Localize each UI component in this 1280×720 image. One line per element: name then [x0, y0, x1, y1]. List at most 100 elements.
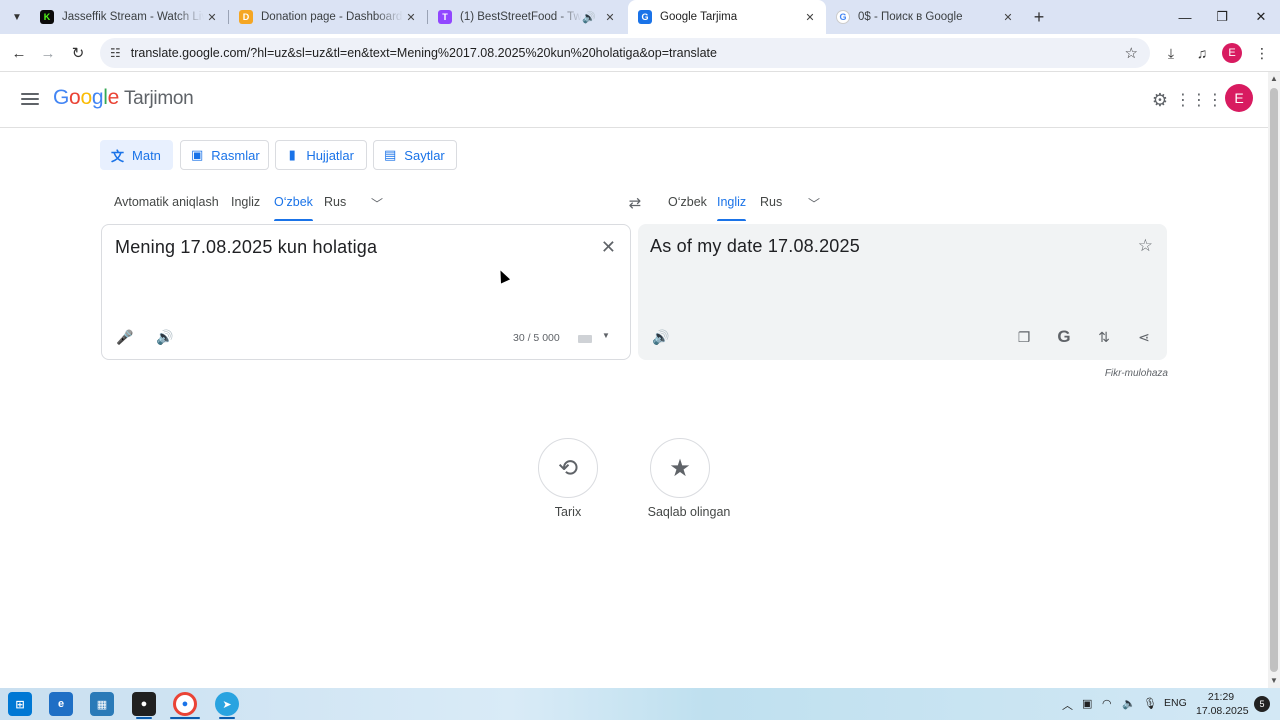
browser-menu-icon[interactable]: ⋮	[1251, 42, 1273, 64]
windows-start-icon[interactable]: ⊞	[8, 692, 32, 716]
scrollbar-thumb[interactable]	[1270, 88, 1278, 672]
source-lang-russian[interactable]: Rus	[324, 195, 346, 221]
listen-translation-speaker-icon[interactable]: 🔊	[650, 326, 672, 348]
audio-playing-icon[interactable]: 🔊	[582, 11, 596, 24]
target-lang-english[interactable]: Ingliz	[717, 195, 747, 221]
tab-google-search[interactable]: G 0$ - Поиск в Google ✕	[826, 4, 1024, 30]
tab-twitch[interactable]: T (1) BestStreetFood - Twitch 🔊 ✕	[428, 4, 626, 30]
system-clock[interactable]: 21:29 17.08.2025	[1196, 690, 1249, 718]
translate-icon: 文	[111, 148, 125, 164]
app-header: Google Tarjimon ⚙ ⋮⋮⋮ E	[0, 72, 1268, 128]
close-window-button[interactable]: ✕	[1238, 0, 1280, 34]
copy-translation-icon[interactable]: ❐	[1013, 326, 1035, 348]
reload-button[interactable]: ↻	[65, 40, 91, 66]
kick-favicon-icon: K	[40, 10, 54, 24]
close-tab-icon[interactable]: ✕	[204, 9, 220, 25]
microphone-tray-icon[interactable]: 🎙	[1143, 697, 1157, 710]
source-text-input[interactable]: Mening 17.08.2025 kun holatiga	[115, 237, 377, 258]
settings-gear-icon[interactable]: ⚙	[1148, 88, 1172, 112]
source-lang-more-chevron-down-icon[interactable]: ﹀	[371, 195, 383, 212]
google-translate-favicon-icon: G	[638, 10, 652, 24]
history-button[interactable]: ⟲	[538, 438, 598, 498]
share-translation-icon[interactable]: ⋖	[1133, 326, 1155, 348]
history-clock-icon: ⟲	[557, 454, 579, 482]
site-info-icon[interactable]: ☷	[110, 46, 121, 60]
source-lang-uzbek[interactable]: O‘zbek	[274, 195, 313, 221]
google-apps-icon[interactable]: ⋮⋮⋮	[1175, 88, 1223, 112]
mode-websites-button[interactable]: ▤ Saytlar	[373, 140, 457, 170]
control-panel-icon[interactable]: ▦	[90, 692, 114, 716]
product-name: Tarjimon	[123, 88, 194, 109]
target-lang-more-chevron-down-icon[interactable]: ﹀	[808, 195, 820, 212]
address-bar[interactable]: ☷ translate.google.com/?hl=uz&sl=uz&tl=e…	[100, 38, 1150, 68]
google-translate-logo[interactable]: Google Tarjimon	[53, 86, 194, 110]
keyboard-dropdown-icon[interactable]: ▼	[602, 331, 610, 340]
history-label: Tarix	[554, 505, 582, 519]
mode-images-button[interactable]: ▣ Rasmlar	[180, 140, 269, 170]
close-tab-icon[interactable]: ✕	[802, 9, 818, 25]
rate-translation-icon[interactable]: ⇅	[1093, 326, 1115, 348]
chrome-icon[interactable]: ●	[173, 692, 197, 716]
target-lang-russian[interactable]: Rus	[760, 195, 782, 221]
media-controls-icon[interactable]: ♫	[1191, 42, 1213, 64]
swap-languages-icon[interactable]: ⇄	[624, 192, 646, 214]
feedback-link[interactable]: Fikr-mulohaza	[1100, 368, 1168, 379]
source-lang-english[interactable]: Ingliz	[231, 195, 260, 221]
website-icon: ▤	[384, 147, 397, 162]
input-language[interactable]: ENG	[1164, 697, 1187, 709]
document-icon: ▮	[288, 147, 296, 162]
close-tab-icon[interactable]: ✕	[403, 9, 419, 25]
clear-text-close-icon[interactable]: ✕	[601, 237, 616, 258]
tab-google-tarjima[interactable]: G Google Tarjima ✕	[628, 0, 826, 34]
account-avatar[interactable]: E	[1225, 84, 1253, 112]
browser-profile-avatar[interactable]: E	[1222, 43, 1242, 63]
telegram-icon[interactable]: ➤	[215, 692, 239, 716]
back-button[interactable]: ←	[6, 40, 32, 66]
saved-star-icon: ★	[669, 454, 691, 482]
saved-button[interactable]: ★	[650, 438, 710, 498]
tab-donation[interactable]: D Donation page - Dashboard - D ✕	[229, 4, 427, 30]
close-tab-icon[interactable]: ✕	[1000, 9, 1016, 25]
tray-camera-icon[interactable]: ▣	[1082, 697, 1092, 710]
donation-favicon-icon: D	[239, 10, 253, 24]
image-icon: ▣	[191, 147, 204, 162]
downloads-icon[interactable]: ⤓	[1160, 42, 1182, 64]
char-counter: 30 / 5 000	[513, 332, 560, 344]
tab-search-button[interactable]: ▼	[6, 6, 28, 28]
forward-button[interactable]: →	[35, 40, 61, 66]
url-text[interactable]: translate.google.com/?hl=uz&sl=uz&tl=en&…	[131, 46, 717, 60]
translation-output: As of my date 17.08.2025	[650, 236, 860, 256]
clock-date: 17.08.2025	[1196, 705, 1249, 717]
wifi-icon[interactable]: ◠	[1102, 697, 1112, 710]
obs-app-icon[interactable]: ●	[132, 692, 156, 716]
browser-toolbar: ← → ↻ ☷ translate.google.com/?hl=uz&sl=u…	[0, 34, 1280, 72]
saved-label: Saqlab olingan	[647, 505, 731, 519]
mode-documents-button[interactable]: ▮ Hujjatlar	[275, 140, 367, 170]
keyboard-icon[interactable]	[578, 335, 592, 343]
listen-source-speaker-icon[interactable]: 🔊	[154, 326, 176, 348]
save-translation-star-icon[interactable]: ☆	[1138, 236, 1153, 256]
taskbar: ⊞ e ▦ ● ● ➤ ︿ ▣ ◠ 🔈 🎙 ENG	[0, 688, 1280, 720]
target-lang-uzbek[interactable]: O‘zbek	[668, 195, 707, 221]
clock-time: 21:29	[1207, 691, 1235, 703]
twitch-favicon-icon: T	[438, 10, 452, 24]
scroll-down-arrow-icon[interactable]: ▼	[1270, 676, 1278, 685]
scroll-up-arrow-icon[interactable]: ▲	[1270, 74, 1278, 83]
page-scrollbar[interactable]: ▲ ▼	[1268, 72, 1280, 688]
microphone-icon[interactable]: 🎤	[114, 326, 136, 348]
new-tab-button[interactable]: +	[1028, 6, 1050, 28]
show-hidden-icons-chevron-up-icon[interactable]: ︿	[1062, 697, 1073, 713]
source-lang-detect[interactable]: Avtomatik aniqlash	[114, 195, 219, 221]
translation-panel: As of my date 17.08.2025 ☆ 🔊 ❐ G ⇅ ⋖	[638, 224, 1167, 360]
close-tab-icon[interactable]: ✕	[602, 9, 618, 25]
google-search-g-icon[interactable]: G	[1053, 326, 1075, 348]
tab-jasseffik[interactable]: K Jasseffik Stream - Watch Live on ✕	[30, 4, 228, 30]
edge-browser-icon[interactable]: e	[49, 692, 73, 716]
google-favicon-icon: G	[836, 10, 850, 24]
notification-badge[interactable]: 5	[1254, 696, 1270, 712]
volume-icon[interactable]: 🔈	[1122, 697, 1136, 710]
bookmark-star-icon[interactable]: ☆	[1125, 44, 1138, 62]
tab-strip: ▼ K Jasseffik Stream - Watch Live on ✕ D…	[0, 0, 1280, 34]
main-menu-icon[interactable]	[19, 88, 41, 110]
mode-text-button[interactable]: 文 Matn	[100, 140, 173, 170]
